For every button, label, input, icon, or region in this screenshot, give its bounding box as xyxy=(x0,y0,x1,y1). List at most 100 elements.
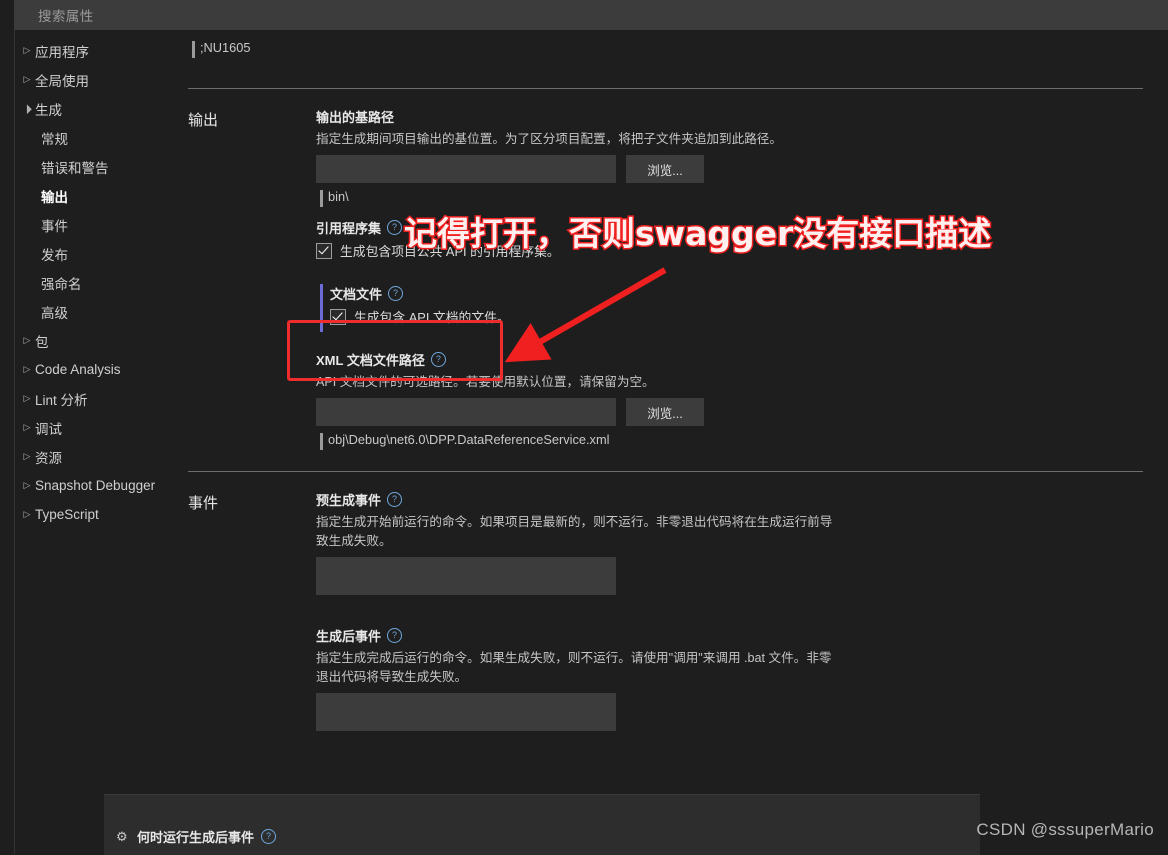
chevron-right-icon[interactable] xyxy=(19,510,35,519)
chevron-down-icon[interactable] xyxy=(19,104,35,113)
chevron-right-icon[interactable] xyxy=(19,423,35,432)
xml-documentation-path-description: API 文档文件的可选路径。若要使用默认位置，请保留为空。 xyxy=(316,375,655,389)
sidebar-item-label: Lint 分析 xyxy=(35,392,88,408)
chevron-right-icon[interactable] xyxy=(19,75,35,84)
post-build-event-field: 生成后事件 ? 指定生成完成后运行的命令。如果生成失败，则不运行。请使用"调用"… xyxy=(316,626,1168,736)
base-output-path-label-row: 输出的基路径 xyxy=(316,107,1168,126)
pre-build-event-description: 指定生成开始前运行的命令。如果项目是最新的，则不运行。非零退出代码将在生成运行前… xyxy=(316,515,833,548)
base-output-path-field: 输出的基路径 指定生成期间项目输出的基位置。为了区分项目配置，将把子文件夹追加到… xyxy=(316,107,1168,207)
sidebar-item-label: 常规 xyxy=(41,131,68,147)
chevron-right-icon[interactable] xyxy=(19,46,35,55)
sidebar-item-label: 输出 xyxy=(41,189,68,205)
sidebar-item-advanced[interactable]: 高级 xyxy=(15,297,185,326)
search-properties-bar[interactable]: 搜索属性 xyxy=(14,0,1168,30)
xml-documentation-path-input-row: 浏览... xyxy=(316,398,1168,426)
settings-sidebar: 应用程序 全局使用 生成 常规 错误和警告 输出 事件 发布 强命名 高级 包 … xyxy=(15,36,185,854)
base-output-path-browse-button[interactable]: 浏览... xyxy=(626,155,704,183)
documentation-file-checkbox-row[interactable]: 生成包含 API 文档的文件。 xyxy=(330,307,518,326)
sidebar-item-label: 全局使用 xyxy=(35,73,89,89)
help-icon[interactable]: ? xyxy=(387,628,403,643)
help-icon[interactable]: ? xyxy=(388,286,404,301)
sidebar-item-label: 事件 xyxy=(41,218,68,234)
documentation-file-label: 文档文件 xyxy=(330,287,383,302)
sidebar-item-label: 应用程序 xyxy=(35,44,89,60)
xml-documentation-path-input[interactable] xyxy=(316,398,616,426)
sidebar-item-resources[interactable]: 资源 xyxy=(15,442,185,471)
base-output-path-evaluated-value: bin\ xyxy=(328,189,349,204)
chevron-right-icon[interactable] xyxy=(19,394,35,403)
sidebar-item-code-analysis[interactable]: Code Analysis xyxy=(15,355,185,384)
help-icon[interactable]: ? xyxy=(387,492,403,507)
xml-documentation-path-field: XML 文档文件路径 ? API 文档文件的可选路径。若要使用默认位置，请保留为… xyxy=(316,350,1168,450)
xml-documentation-path-evaluated-value: obj\Debug\net6.0\DPP.DataReferenceServic… xyxy=(328,432,610,447)
watermark: CSDN @sssuperMario xyxy=(976,820,1154,839)
post-build-event-label: 生成后事件 xyxy=(316,629,382,644)
annotation-text: 记得打开，否则swagger没有接口描述 xyxy=(402,213,992,255)
post-build-event-textarea[interactable] xyxy=(316,693,616,731)
sidebar-item-errors-warnings[interactable]: 错误和警告 xyxy=(15,152,185,181)
sidebar-item-label: TypeScript xyxy=(35,507,99,522)
sidebar-item-global-usings[interactable]: 全局使用 xyxy=(15,65,185,94)
post-build-event-description: 指定生成完成后运行的命令。如果生成失败，则不运行。请使用"调用"来调用 .bat… xyxy=(316,651,832,684)
base-output-path-description: 指定生成期间项目输出的基位置。为了区分项目配置，将把子文件夹追加到此路径。 xyxy=(316,132,782,146)
chevron-right-icon[interactable] xyxy=(19,336,35,345)
xml-documentation-path-browse-button[interactable]: 浏览... xyxy=(626,398,704,426)
sidebar-item-label: 包 xyxy=(35,334,49,350)
sidebar-item-label: 发布 xyxy=(41,247,68,263)
sidebar-item-label: 调试 xyxy=(35,421,62,437)
sidebar-item-package[interactable]: 包 xyxy=(15,326,185,355)
base-output-path-evaluated-row: bin\ xyxy=(316,189,1168,207)
output-section-title: 输出 xyxy=(188,112,219,129)
sidebar-item-snapshot-debugger[interactable]: Snapshot Debugger xyxy=(15,471,185,500)
search-input-placeholder[interactable]: 搜索属性 xyxy=(38,5,94,25)
sidebar-item-output[interactable]: 输出 xyxy=(15,181,185,210)
sidebar-item-typescript[interactable]: TypeScript xyxy=(15,500,185,529)
sidebar-item-label: 强命名 xyxy=(41,276,82,292)
run-post-build-when-row[interactable]: ⚙ 何时运行生成后事件 ? xyxy=(104,794,980,855)
nowarn-evaluated-value: ;NU1605 xyxy=(200,40,251,55)
chevron-right-icon[interactable] xyxy=(19,452,35,461)
xml-documentation-path-label-row: XML 文档文件路径 ? xyxy=(316,350,1168,369)
events-section: 事件 预生成事件 ? 指定生成开始前运行的命令。如果项目是最新的，则不运行。非零… xyxy=(188,472,1168,740)
pre-build-event-label-row: 预生成事件 ? xyxy=(316,490,1168,509)
help-icon[interactable]: ? xyxy=(430,352,446,367)
sidebar-item-label: 生成 xyxy=(35,102,62,118)
gear-icon: ⚙ xyxy=(116,828,128,844)
post-build-event-label-row: 生成后事件 ? xyxy=(316,626,1168,645)
nowarn-evaluated-row: ;NU1605 xyxy=(188,40,1168,58)
help-icon[interactable]: ? xyxy=(261,829,277,844)
documentation-file-checkbox[interactable] xyxy=(330,308,346,325)
documentation-file-field: 文档文件 ? 生成包含 API 文档的文件。 xyxy=(316,276,528,336)
sidebar-item-publish[interactable]: 发布 xyxy=(15,239,185,268)
sidebar-item-general[interactable]: 常规 xyxy=(15,123,185,152)
xml-documentation-path-evaluated-row: obj\Debug\net6.0\DPP.DataReferenceServic… xyxy=(316,432,1168,450)
help-icon[interactable]: ? xyxy=(387,220,403,235)
sidebar-item-lint-analysis[interactable]: Lint 分析 xyxy=(15,384,185,413)
sidebar-item-application[interactable]: 应用程序 xyxy=(15,36,185,65)
chevron-right-icon[interactable] xyxy=(19,481,35,490)
settings-content: ;NU1605 输出 输出的基路径 指定生成期间项目输出的基位置。为了区分项目配… xyxy=(188,30,1168,854)
sidebar-item-strong-naming[interactable]: 强命名 xyxy=(15,268,185,297)
sidebar-item-label: 高级 xyxy=(41,305,68,321)
reference-assembly-label: 引用程序集 xyxy=(316,221,382,236)
chevron-right-icon[interactable] xyxy=(19,365,35,374)
modified-indicator-bar xyxy=(320,284,323,332)
sidebar-item-label: Code Analysis xyxy=(35,362,121,377)
reference-assembly-checkbox[interactable] xyxy=(316,242,332,259)
sidebar-item-label: 资源 xyxy=(35,450,62,466)
left-rail xyxy=(0,30,15,854)
sidebar-item-debug[interactable]: 调试 xyxy=(15,413,185,442)
xml-documentation-path-label: XML 文档文件路径 xyxy=(316,353,425,368)
pre-build-event-field: 预生成事件 ? 指定生成开始前运行的命令。如果项目是最新的，则不运行。非零退出代… xyxy=(316,490,1168,600)
sidebar-item-label: Snapshot Debugger xyxy=(35,478,156,493)
base-output-path-input[interactable] xyxy=(316,155,616,183)
sidebar-item-events[interactable]: 事件 xyxy=(15,210,185,239)
sidebar-item-build[interactable]: 生成 xyxy=(15,94,185,123)
documentation-file-checkbox-label: 生成包含 API 文档的文件。 xyxy=(354,310,510,325)
events-section-title: 事件 xyxy=(188,495,219,512)
output-section: 输出 输出的基路径 指定生成期间项目输出的基位置。为了区分项目配置，将把子文件夹… xyxy=(188,89,1168,453)
base-output-path-input-row: 浏览... xyxy=(316,155,1168,183)
pre-build-event-label: 预生成事件 xyxy=(316,493,382,508)
pre-build-event-textarea[interactable] xyxy=(316,557,616,595)
sidebar-item-label: 错误和警告 xyxy=(41,160,109,176)
